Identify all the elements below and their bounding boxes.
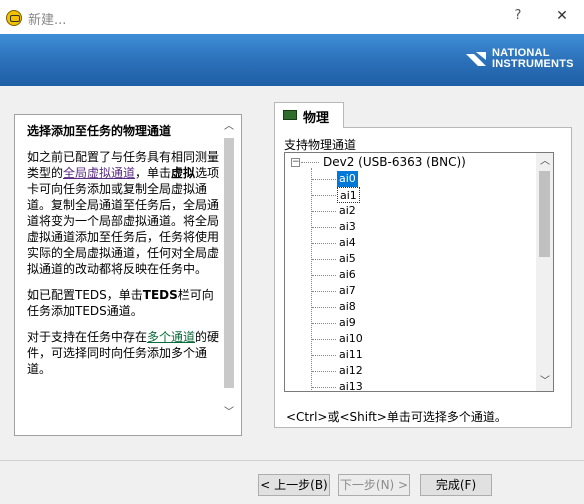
tree-scroll-up-icon[interactable]: ︿	[536, 153, 554, 171]
channel-item-ai3[interactable]: ai3	[337, 219, 358, 235]
channel-item-ai11[interactable]: ai11	[337, 347, 365, 363]
ni-wordmark: NATIONAL INSTRUMENTS	[492, 47, 574, 70]
help-button[interactable]: ?	[508, 8, 528, 26]
help-paragraph-3: 对于支持在任务中存在多个通道的硬件，可选择同时向任务添加多个通道。	[27, 330, 220, 376]
channel-tree[interactable]: − Dev2 (USB-6363 (BNC)) ai0 ai1 ai2 ai3 ai4 a…	[284, 152, 554, 392]
channel-item-ai10[interactable]: ai10	[337, 331, 365, 347]
global-virtual-channel-link[interactable]: 全局虚拟通道	[63, 166, 135, 180]
window-title: 新建...	[28, 13, 67, 28]
title-bar: 新建... ? ✕	[0, 0, 584, 34]
tree-scroll-down-icon[interactable]: ﹀	[536, 373, 554, 391]
back-button[interactable]: < 上一步(B)	[258, 474, 330, 496]
channel-item-ai8[interactable]: ai8	[337, 299, 358, 315]
device-node[interactable]: Dev2 (USB-6363 (BNC))	[323, 155, 466, 169]
channel-item-ai7[interactable]: ai7	[337, 283, 358, 299]
help-scrollbar[interactable]: ︿ ﹀	[220, 114, 238, 436]
scroll-up-icon[interactable]: ︿	[220, 118, 238, 136]
ni-logo: NATIONAL INSTRUMENTS	[464, 46, 580, 76]
tree-scrollbar[interactable]: ︿ ﹀	[536, 153, 553, 391]
close-button[interactable]: ✕	[552, 8, 572, 26]
finish-button[interactable]: 完成(F)	[420, 474, 492, 496]
physical-channel-icon	[283, 110, 297, 120]
app-icon	[6, 10, 22, 26]
tab-physical[interactable]: 物理	[274, 102, 344, 128]
help-title: 选择添加至任务的物理通道	[27, 124, 172, 138]
help-paragraph-1: 如之前已配置了与任务具有相同测量类型的全局虚拟通道，单击虚拟选项卡可向任务添加或…	[27, 150, 220, 276]
channel-item-ai13[interactable]: ai13	[337, 379, 365, 391]
tree-scroll-thumb[interactable]	[539, 171, 550, 257]
channel-item-ai4[interactable]: ai4	[337, 235, 358, 251]
channel-item-ai12[interactable]: ai12	[337, 363, 365, 379]
header-banner: NATIONAL INSTRUMENTS	[0, 34, 584, 86]
next-button[interactable]: 下一步(N) >	[338, 474, 410, 496]
scroll-thumb[interactable]	[224, 138, 234, 388]
multi-select-hint: <Ctrl>或<Shift>单击可选择多个通道。	[286, 410, 507, 424]
channel-item-ai2[interactable]: ai2	[337, 203, 358, 219]
channel-item-ai0[interactable]: ai0	[337, 171, 358, 187]
channels-label: 支持物理通道	[284, 138, 357, 152]
channel-item-ai9[interactable]: ai9	[337, 315, 358, 331]
help-content: 选择添加至任务的物理通道 如之前已配置了与任务具有相同测量类型的全局虚拟通道，单…	[27, 123, 223, 387]
channel-item-ai1[interactable]: ai1	[337, 187, 360, 203]
channel-item-ai5[interactable]: ai5	[337, 251, 358, 267]
collapse-icon[interactable]: −	[291, 158, 300, 167]
help-paragraph-2: 如已配置TEDS，单击TEDS栏可向任务添加TEDS通道。	[27, 288, 214, 318]
channel-item-ai6[interactable]: ai6	[337, 267, 358, 283]
help-panel: 选择添加至任务的物理通道 如之前已配置了与任务具有相同测量类型的全局虚拟通道，单…	[14, 114, 242, 436]
multiple-channels-link[interactable]: 多个通道	[147, 330, 195, 344]
scroll-down-icon[interactable]: ﹀	[220, 404, 238, 422]
ni-eagle-icon	[466, 52, 486, 66]
